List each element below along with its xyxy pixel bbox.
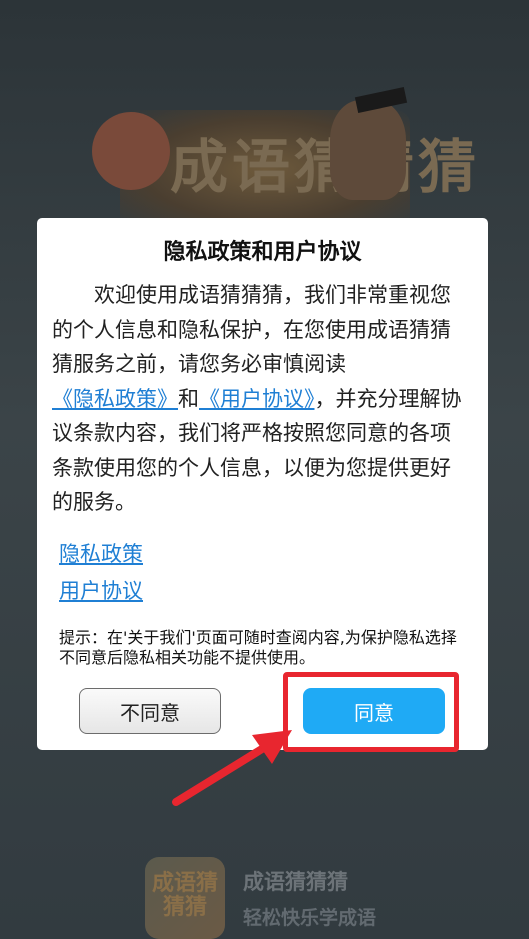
app-icon-label: 成语猜猜猜: [151, 870, 218, 920]
app-icon: 成语猜猜猜: [145, 857, 225, 939]
app-slogan: 轻松快乐学成语: [243, 907, 377, 929]
app-name: 成语猜猜猜: [243, 870, 348, 894]
red-arrow-icon: [172, 730, 292, 806]
